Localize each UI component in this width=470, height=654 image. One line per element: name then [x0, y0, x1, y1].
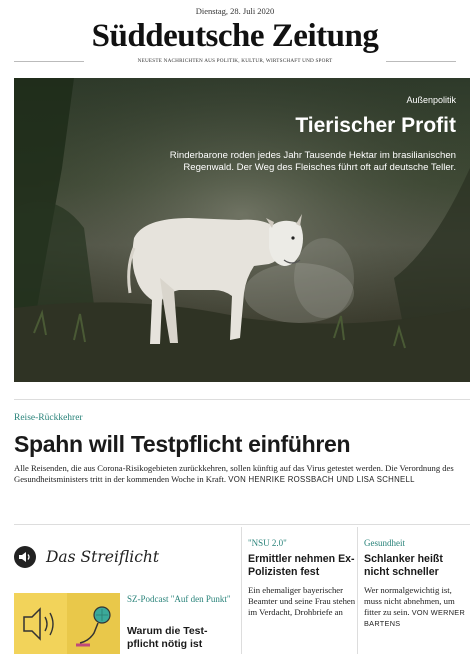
- nsu-teaser[interactable]: "NSU 2.0" Ermittler nehmen Ex-Polizisten…: [248, 538, 356, 618]
- section-divider: [14, 399, 470, 400]
- hero-kicker: Außenpolitik: [406, 95, 456, 105]
- health-kicker: Gesundheit: [364, 538, 405, 548]
- main-story-headline[interactable]: Spahn will Testpflicht einführen: [14, 431, 351, 458]
- hero-headline[interactable]: Tierischer Profit: [295, 114, 456, 138]
- health-headline[interactable]: Schlanker heißt nicht schneller: [364, 553, 468, 579]
- nsu-kicker: "NSU 2.0": [248, 538, 287, 548]
- health-teaser-body: Wer normalgewichtig ist, muss nicht abne…: [364, 585, 468, 629]
- main-story-author: VON HENRIKE ROSSBACH UND LISA SCHNELL: [228, 475, 415, 484]
- streiflicht-link[interactable]: Das Streiflicht: [14, 537, 230, 577]
- speaker-icon: [14, 546, 36, 568]
- nsu-headline[interactable]: Ermittler nehmen Ex-Polizisten fest: [248, 553, 356, 579]
- nsu-teaser-text: Ein ehemaliger bayerischer Beamter und s…: [248, 585, 356, 617]
- issue-date: Dienstag, 28. Juli 2020: [195, 6, 275, 16]
- podcast-headline[interactable]: Warum die Test-pflicht nötig ist: [127, 625, 235, 650]
- masthead-logo[interactable]: Süddeutsche Zeitung: [0, 20, 470, 53]
- health-teaser[interactable]: Gesundheit Schlanker heißt nicht schnell…: [364, 538, 468, 629]
- column-divider: [357, 527, 358, 654]
- speaker-icon: [23, 607, 54, 641]
- main-story-teaser: Alle Reisenden, die aus Corona-Risikogeb…: [14, 463, 464, 485]
- section-divider: [14, 524, 470, 525]
- podcast-kicker: SZ-Podcast "Auf den Punkt": [127, 594, 231, 604]
- podcast-thumbnail[interactable]: [14, 593, 120, 654]
- masthead-tagline: NEUESTE NACHRICHTEN AUS POLITIK, KULTUR,…: [14, 58, 456, 64]
- column-divider: [241, 527, 242, 654]
- hero-teaser[interactable]: Außenpolitik Tierischer Profit Rinderbar…: [14, 78, 470, 382]
- main-story-kicker: Reise-Rückkehrer: [14, 413, 83, 423]
- streiflicht-title: Das Streiflicht: [46, 548, 160, 566]
- hero-teaser-text: Rinderbarone roden jedes Jahr Tausende H…: [169, 150, 456, 173]
